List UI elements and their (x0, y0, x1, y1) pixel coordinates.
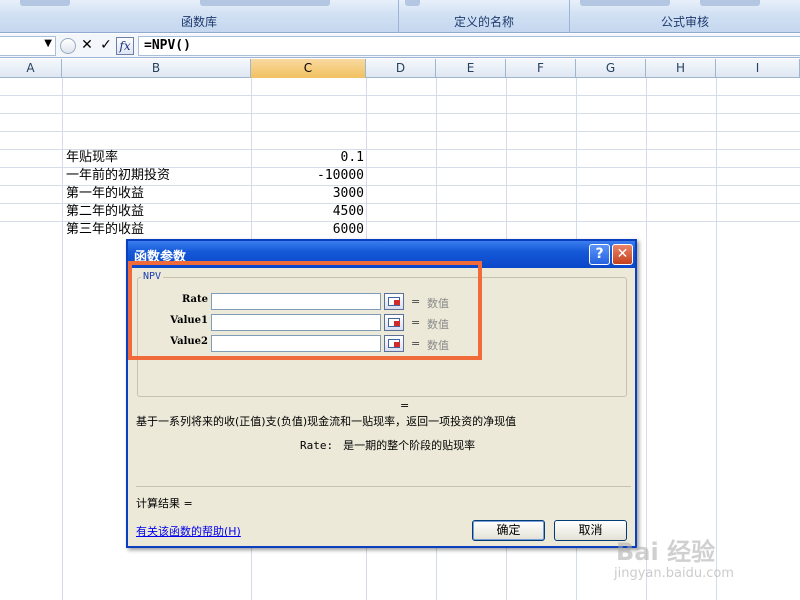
ribbon-button-stub[interactable] (20, 0, 70, 6)
column-header-e[interactable]: E (436, 59, 506, 78)
column-header-d[interactable]: D (366, 59, 436, 78)
cell-b-label[interactable]: 第二年的收益 (66, 203, 144, 221)
argument-description: Rate: 是一期的整个阶段的贴现率 (300, 437, 475, 453)
cell-c-value[interactable]: 4500 (252, 203, 364, 221)
ribbon-group-formula-auditing: 公式审核 (660, 15, 709, 29)
formula-bar-grip-icon (60, 38, 76, 54)
help-button[interactable]: ? (589, 244, 610, 265)
column-header-c[interactable]: C (251, 59, 366, 78)
grid-line (646, 78, 647, 600)
insert-function-button[interactable]: fx (116, 37, 134, 55)
grid-line (0, 113, 800, 114)
function-description: 基于一系列将来的收(正值)支(负值)现金流和一贴现率，返回一项投资的净现值 (136, 415, 517, 428)
column-header-g[interactable]: G (576, 59, 646, 78)
function-help-link[interactable]: 有关该函数的帮助(H) (136, 523, 241, 539)
ribbon-button-stub[interactable] (580, 0, 670, 6)
ribbon-group-defined-names: 定义的名称 (453, 15, 514, 29)
chevron-down-icon[interactable]: ▼ (44, 38, 52, 49)
column-header-i[interactable]: I (716, 59, 800, 78)
formula-input[interactable]: =NPV() (138, 36, 800, 56)
cell-b-label[interactable]: 一年前的初期投资 (66, 167, 170, 185)
grid-line (0, 149, 800, 150)
formula-bar: ▼ ✕ ✓ fx =NPV() (0, 34, 800, 58)
argument-description-key: Rate: (300, 439, 334, 452)
cell-c-value[interactable]: 6000 (252, 221, 364, 239)
formula-result-equals: = (400, 399, 410, 412)
cell-c-value[interactable]: 3000 (252, 185, 364, 203)
ribbon-button-stub[interactable] (700, 0, 760, 6)
grid-line (0, 131, 800, 132)
grid-line (0, 95, 800, 96)
ribbon: 函数库 定义的名称 公式审核 (0, 0, 800, 33)
ribbon-group-function-library: 函数库 (180, 15, 217, 29)
cell-b-label[interactable]: 年贴现率 (66, 149, 118, 167)
grid-line (716, 78, 717, 600)
calculation-result: 计算结果 = (136, 497, 193, 510)
column-header-f[interactable]: F (506, 59, 576, 78)
ok-button[interactable]: 确定 (472, 520, 545, 541)
column-header-h[interactable]: H (646, 59, 716, 78)
ribbon-button-stub[interactable] (200, 0, 330, 6)
enter-button[interactable]: ✓ (97, 37, 115, 55)
divider (136, 486, 631, 487)
cell-b-label[interactable]: 第三年的收益 (66, 221, 144, 239)
cell-c-value[interactable]: 0.1 (252, 149, 364, 167)
ribbon-button-stub[interactable] (405, 0, 420, 6)
watermark-logo: Bai 经验 (616, 538, 716, 566)
highlight-annotation (128, 261, 482, 360)
argument-description-text: 是一期的整个阶段的贴现率 (343, 439, 476, 452)
grid-line (62, 78, 63, 600)
column-header-a[interactable]: A (0, 59, 62, 78)
close-button[interactable]: ✕ (612, 244, 633, 265)
cell-b-label[interactable]: 第一年的收益 (66, 185, 144, 203)
column-headers: A B C D E F G H I (0, 59, 800, 78)
ribbon-buttons-row (0, 0, 800, 12)
name-box[interactable]: ▼ (0, 36, 56, 56)
cell-c-value[interactable]: -10000 (252, 167, 364, 185)
watermark-url: jingyan.baidu.com (614, 566, 734, 581)
column-header-b[interactable]: B (62, 59, 251, 78)
cancel-entry-button[interactable]: ✕ (78, 37, 96, 55)
